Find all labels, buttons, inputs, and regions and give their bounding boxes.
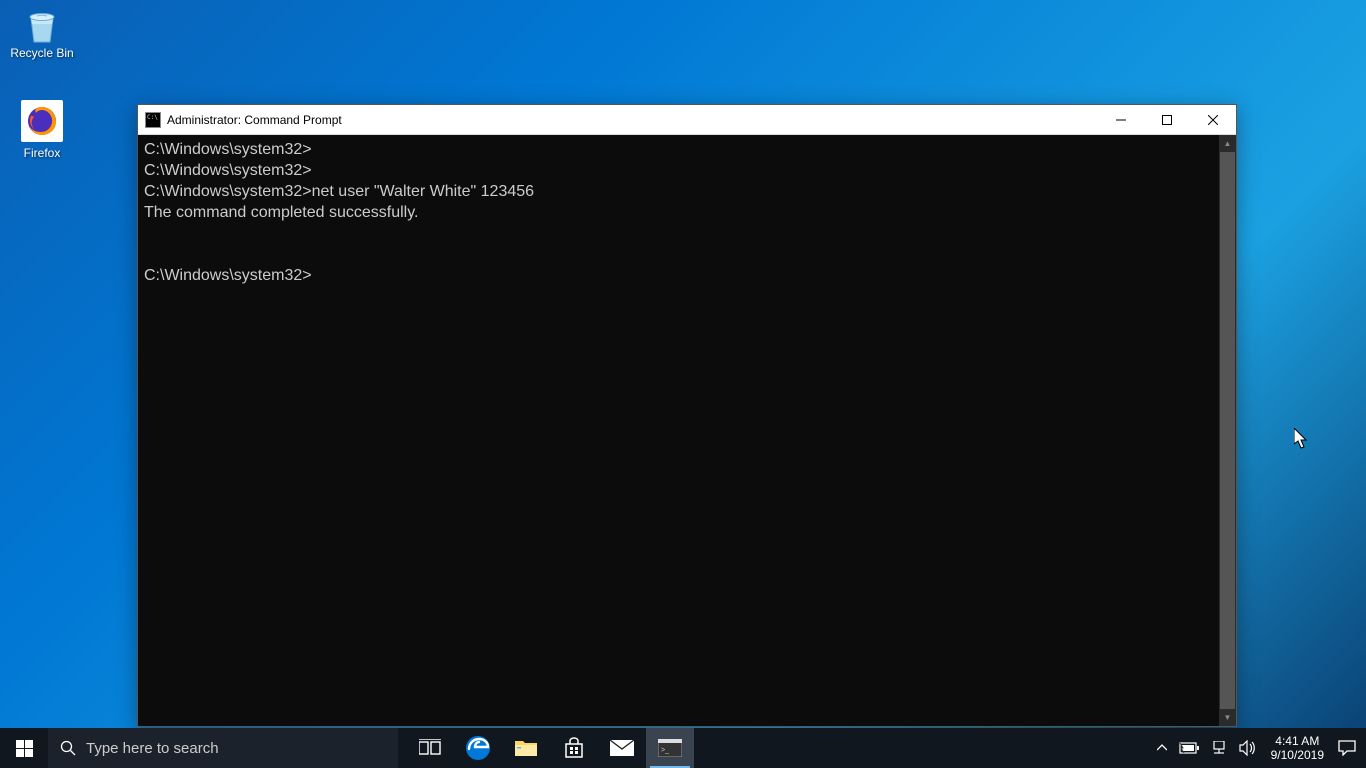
taskbar-task-view[interactable] xyxy=(406,728,454,768)
scroll-up-icon[interactable]: ▲ xyxy=(1219,135,1236,152)
firefox-icon xyxy=(21,100,63,142)
taskbar-edge[interactable] xyxy=(454,728,502,768)
svg-text:>_: >_ xyxy=(661,747,669,754)
terminal-line: C:\Windows\system32> xyxy=(144,141,312,158)
close-icon xyxy=(1208,115,1218,125)
window-title: Administrator: Command Prompt xyxy=(167,113,1098,127)
cmd-window-icon xyxy=(145,112,161,128)
terminal-line: C:\Windows\system32>net user "Walter Whi… xyxy=(144,183,534,200)
terminal-line: C:\Windows\system32> xyxy=(144,267,312,284)
mouse-cursor xyxy=(1294,428,1310,450)
task-view-icon xyxy=(419,739,441,757)
maximize-button[interactable] xyxy=(1144,105,1190,134)
maximize-icon xyxy=(1162,115,1172,125)
tray-overflow[interactable] xyxy=(1151,728,1173,768)
start-button[interactable] xyxy=(0,728,48,768)
clock-time: 4:41 AM xyxy=(1271,734,1324,748)
titlebar[interactable]: Administrator: Command Prompt xyxy=(138,105,1236,135)
scroll-down-icon[interactable]: ▼ xyxy=(1219,709,1236,726)
network-icon xyxy=(1211,741,1227,755)
cmd-icon: >_ xyxy=(658,739,682,757)
desktop-icon-recycle-bin[interactable]: Recycle Bin xyxy=(4,4,80,60)
system-tray: 4:41 AM 9/10/2019 xyxy=(1151,728,1366,768)
recycle-bin-icon xyxy=(21,4,63,46)
windows-icon xyxy=(16,740,33,757)
minimize-icon xyxy=(1116,115,1126,125)
chevron-up-icon xyxy=(1157,743,1167,753)
desktop-icon-label: Firefox xyxy=(4,146,80,160)
volume-icon xyxy=(1239,740,1257,756)
edge-icon xyxy=(465,735,491,761)
desktop-icon-firefox[interactable]: Firefox xyxy=(4,100,80,160)
scrollbar[interactable]: ▲ ▼ xyxy=(1219,135,1236,726)
tray-network[interactable] xyxy=(1205,728,1233,768)
search-input[interactable]: Type here to search xyxy=(48,728,398,768)
store-icon xyxy=(563,737,585,759)
desktop-icon-label: Recycle Bin xyxy=(4,46,80,60)
tray-clock[interactable]: 4:41 AM 9/10/2019 xyxy=(1263,734,1332,762)
tray-action-center[interactable] xyxy=(1332,728,1362,768)
search-icon xyxy=(60,740,76,756)
taskbar-file-explorer[interactable] xyxy=(502,728,550,768)
command-prompt-window: Administrator: Command Prompt C:\Windows… xyxy=(137,104,1237,727)
terminal-content[interactable]: C:\Windows\system32> C:\Windows\system32… xyxy=(138,135,1219,726)
terminal-line: The command completed successfully. xyxy=(144,204,418,221)
tray-battery[interactable] xyxy=(1173,728,1205,768)
terminal-line: C:\Windows\system32> xyxy=(144,162,312,179)
taskbar-store[interactable] xyxy=(550,728,598,768)
search-placeholder: Type here to search xyxy=(86,740,219,757)
minimize-button[interactable] xyxy=(1098,105,1144,134)
taskbar: Type here to search xyxy=(0,728,1366,768)
notification-icon xyxy=(1338,740,1356,756)
close-button[interactable] xyxy=(1190,105,1236,134)
taskbar-mail[interactable] xyxy=(598,728,646,768)
tray-volume[interactable] xyxy=(1233,728,1263,768)
folder-icon xyxy=(514,738,538,758)
battery-icon xyxy=(1179,742,1199,754)
clock-date: 9/10/2019 xyxy=(1271,748,1324,762)
mail-icon xyxy=(609,739,635,757)
scroll-thumb[interactable] xyxy=(1220,152,1235,709)
taskbar-command-prompt[interactable]: >_ xyxy=(646,728,694,768)
